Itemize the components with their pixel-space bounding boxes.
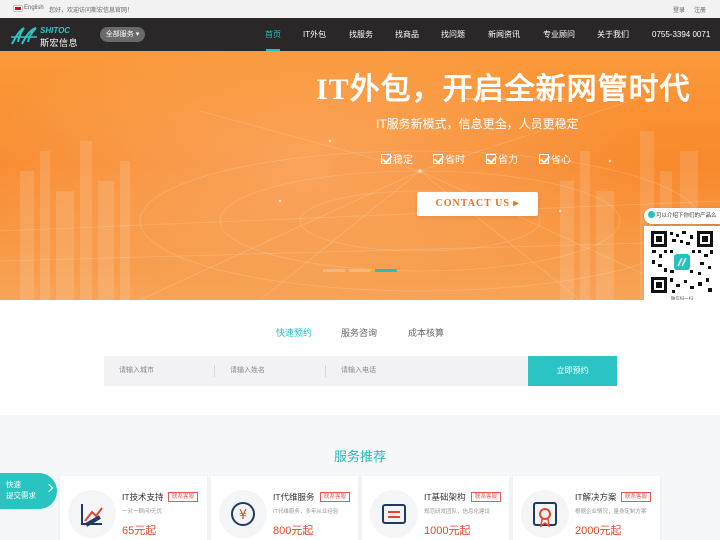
booking-section: 快速预约 服务咨询 成本核算 请输入城市 请输入姓名 请输入电话 立即预约: [0, 300, 720, 415]
feature-effort: 省力: [486, 151, 518, 166]
card-price: 65元起: [122, 525, 157, 537]
nav-find-question[interactable]: 找问题: [441, 18, 465, 51]
card-title: IT解决方案: [575, 492, 617, 502]
phone-input[interactable]: 请输入电话: [341, 356, 376, 386]
quick-submit-button[interactable]: 快速 提交需求: [0, 473, 57, 509]
contact-tag[interactable]: 联系客服: [320, 492, 351, 502]
banner-headline: IT外包，开启全新网管时代: [316, 73, 691, 106]
service-card[interactable]: IT技术支持 联系客服 一对一顾问/无忧 65元起: [60, 476, 207, 540]
tab-cost-calc[interactable]: 成本核算: [408, 326, 444, 339]
feature-worry: 省心: [539, 151, 571, 166]
login-link[interactable]: 登录: [673, 5, 685, 14]
contact-us-button[interactable]: CONTACT US ▸: [417, 192, 538, 216]
chat-icon: [648, 211, 655, 218]
tab-quick-booking[interactable]: 快速预约: [276, 326, 312, 339]
logo-chinese: 斯宏信息: [40, 38, 79, 48]
card-desc: IT代维服务，多年从业经验: [273, 509, 339, 515]
chart-ruler-icon: [68, 490, 116, 538]
book-now-button[interactable]: 立即预约: [528, 356, 617, 386]
svg-text:¥: ¥: [239, 508, 247, 523]
nav-it-outsourcing[interactable]: IT外包: [303, 18, 326, 51]
register-link[interactable]: 注册: [694, 5, 706, 14]
nav-about[interactable]: 关于我们: [597, 18, 629, 51]
card-desc: 规范研发团队，信息化建设: [424, 509, 491, 515]
divider: [325, 365, 326, 377]
checkbox-icon: [486, 154, 496, 164]
logo[interactable]: SHITOC 斯宏信息: [10, 26, 90, 48]
card-desc: 一对一顾问/无忧: [122, 509, 163, 515]
feature-stable: 稳定: [381, 151, 413, 166]
slide-dot-2[interactable]: [349, 269, 371, 272]
slide-dot-3[interactable]: [375, 269, 397, 272]
contact-tag[interactable]: 联系客服: [621, 492, 652, 502]
card-price: 800元起: [273, 525, 314, 537]
slide-dot-1[interactable]: [323, 269, 345, 272]
divider: [214, 365, 215, 377]
phone-number: 0755-3394 0071: [652, 30, 711, 39]
card-price: 1000元起: [424, 525, 471, 537]
tab-service-consult[interactable]: 服务咨询: [341, 326, 377, 339]
feature-time: 省时: [433, 151, 465, 166]
banner-headline-english: IT OUTSOURCING, OPENING A NEW ERA OF NET…: [462, 97, 565, 101]
hero-banner: IT外包，开启全新网管时代 IT OUTSOURCING, OPENING A …: [0, 51, 720, 300]
contact-tag[interactable]: 联系客服: [471, 492, 502, 502]
main-header: SHITOC 斯宏信息 全部服务 ▾ 首页 IT外包 找服务 找商品 找问题 新…: [0, 18, 720, 51]
contact-tag[interactable]: 联系客服: [168, 492, 199, 502]
all-services-dropdown[interactable]: 全部服务 ▾: [100, 27, 145, 42]
checkbox-icon: [433, 154, 443, 164]
uk-flag-icon[interactable]: [14, 6, 22, 11]
checkbox-icon: [381, 154, 391, 164]
card-title: IT技术支持: [122, 492, 164, 502]
top-bar: English 您好，欢迎访问斯宏信息官网！ 登录 注册: [0, 0, 720, 18]
services-section: 服务推荐 IT技术支持 联系客服 一对一顾问/无忧 65元起 ¥ IT代维服务 …: [0, 415, 720, 540]
nav-home[interactable]: 首页: [265, 18, 281, 51]
city-input[interactable]: 请输入城市: [119, 356, 154, 386]
service-card[interactable]: IT基础架构 联系客服 规范研发团队，信息化建设 1000元起: [362, 476, 509, 540]
name-input[interactable]: 请输入姓名: [230, 356, 265, 386]
booking-form: 请输入城市 请输入姓名 请输入电话: [104, 356, 528, 386]
card-title: IT代维服务: [273, 492, 315, 502]
qr-code-icon: [650, 230, 714, 294]
logo-mark-icon: [11, 27, 37, 45]
logo-english: SHITOC: [40, 26, 71, 35]
yuan-coin-icon: ¥: [219, 490, 267, 538]
server-card-icon: [370, 490, 418, 538]
welcome-text: 您好，欢迎访问斯宏信息官网！: [49, 8, 134, 14]
section-title: 服务推荐: [333, 449, 386, 464]
card-title: IT基础架构: [424, 492, 466, 502]
certificate-icon: [521, 490, 569, 538]
nav-find-goods[interactable]: 找商品: [395, 18, 419, 51]
card-desc: 根据企业情况，量身定制方案: [575, 509, 647, 515]
language-link[interactable]: English: [24, 5, 44, 11]
nav-find-service[interactable]: 找服务: [349, 18, 373, 51]
card-price: 2000元起: [575, 525, 622, 537]
nav-consultant[interactable]: 专业顾问: [543, 18, 575, 51]
checkbox-icon: [539, 154, 549, 164]
chat-tip[interactable]: 可以介绍下你们的产品么: [644, 208, 720, 224]
service-card[interactable]: ¥ IT代维服务 联系客服 IT代维服务，多年从业经验 800元起: [211, 476, 358, 540]
banner-subheading: IT服务新模式，信息更全，人员更稳定: [376, 117, 579, 131]
nav-news[interactable]: 新闻资讯: [488, 18, 520, 51]
service-card[interactable]: IT解决方案 联系客服 根据企业情况，量身定制方案 2000元起: [513, 476, 660, 540]
